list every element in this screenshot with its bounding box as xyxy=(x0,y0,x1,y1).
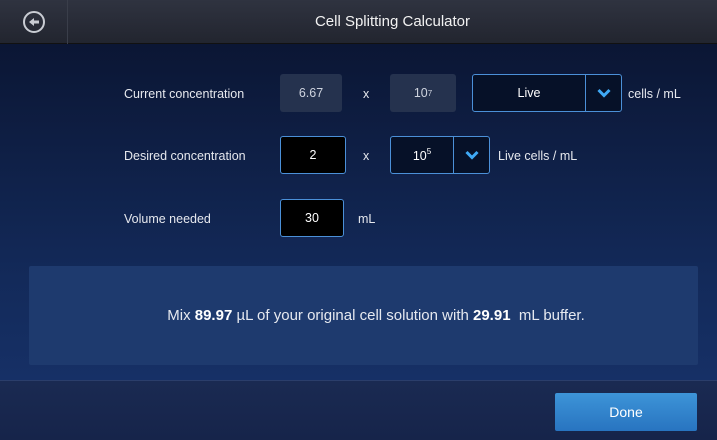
desired-times-symbol: x xyxy=(363,149,370,163)
sample-volume-value: 89.97 xyxy=(194,307,233,324)
desired-exponent-dropdown[interactable]: 105 xyxy=(390,136,490,174)
result-middle-text: µL of your original cell solution with xyxy=(232,307,473,324)
desired-exponent-power: 5 xyxy=(426,147,432,156)
volume-needed-label: Volume needed xyxy=(124,212,211,226)
current-exponent-power: 7 xyxy=(427,88,433,98)
chevron-down-icon[interactable] xyxy=(585,75,621,111)
desired-mantissa-input[interactable]: 2 xyxy=(280,136,346,174)
page-title: Cell Splitting Calculator xyxy=(314,13,471,30)
back-button[interactable] xyxy=(0,0,68,44)
volume-input[interactable]: 30 xyxy=(280,199,344,237)
chevron-down-icon[interactable] xyxy=(453,137,489,173)
title-bar: Cell Splitting Calculator xyxy=(0,0,717,44)
desired-exponent-base: 10 xyxy=(412,149,427,163)
result-message: Mix 89.97 µL of your original cell solut… xyxy=(29,266,698,365)
viability-dropdown[interactable]: Live xyxy=(472,74,622,112)
volume-unit-label: mL xyxy=(358,212,376,226)
calculator-form: Current concentration 6.67 x 10 7 Live ce… xyxy=(0,44,717,380)
done-button[interactable]: Done xyxy=(555,393,697,431)
back-arrow-icon xyxy=(22,11,45,33)
current-exponent-value: 10 7 xyxy=(390,74,456,112)
footer-bar: Done xyxy=(0,380,717,440)
result-prefix: Mix xyxy=(167,307,195,324)
current-unit-label: cells / mL xyxy=(628,87,681,101)
desired-exponent-selected: 105 xyxy=(391,147,453,163)
desired-unit-label: Live cells / mL xyxy=(498,149,578,163)
desired-concentration-label: Desired concentration xyxy=(124,149,246,163)
current-times-symbol: x xyxy=(363,87,370,101)
current-exponent-base: 10 xyxy=(413,86,428,100)
result-suffix: mL buffer. xyxy=(510,307,585,324)
current-concentration-label: Current concentration xyxy=(124,87,245,101)
viability-selected: Live xyxy=(517,86,541,100)
current-mantissa-value: 6.67 xyxy=(280,74,342,112)
buffer-volume-value: 29.91 xyxy=(473,307,511,324)
